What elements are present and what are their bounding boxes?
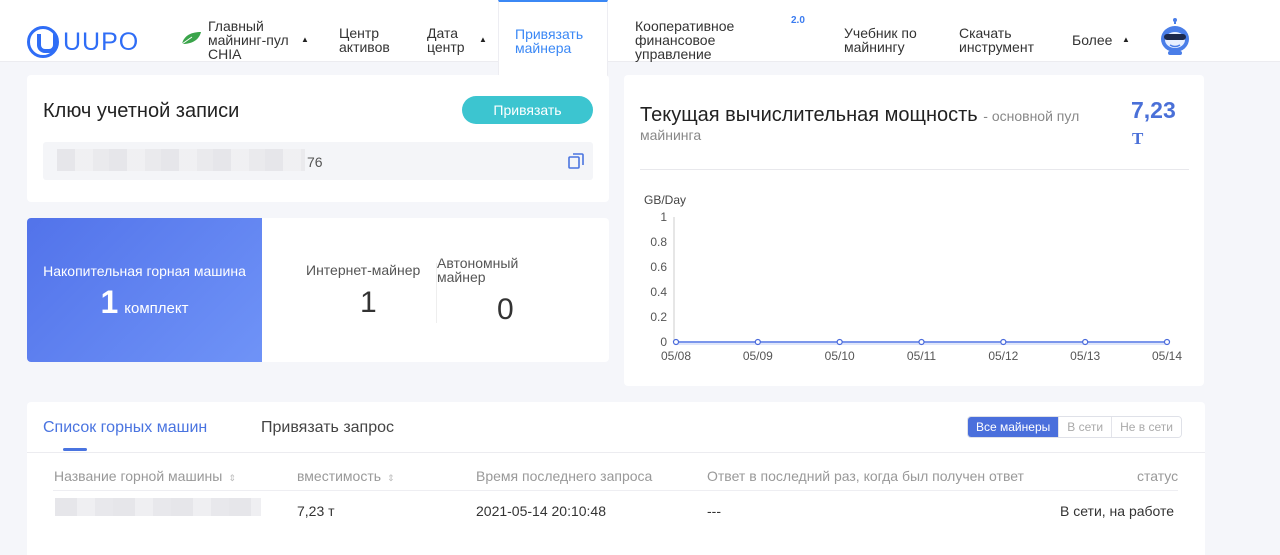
nav-more[interactable]: Более bbox=[1072, 33, 1112, 47]
chart-x-tick-label: 05/08 bbox=[661, 349, 691, 363]
offline-miners-value: 0 bbox=[497, 293, 514, 326]
account-key-suffix: 76 bbox=[307, 154, 323, 170]
chart-data-point bbox=[836, 338, 843, 346]
col-header-last-request: Время последнего запроса bbox=[476, 468, 653, 484]
tab-miner-list[interactable]: Список горных машин bbox=[43, 419, 207, 437]
col-header-status: статус bbox=[1137, 468, 1179, 484]
filter-offline[interactable]: Не в сети bbox=[1111, 417, 1181, 437]
hashrate-value: 7,23 bbox=[1131, 97, 1176, 123]
account-key-field: 76 bbox=[43, 142, 593, 180]
miner-stats-card: Накопительная горная машина 1 комплект Ин… bbox=[27, 218, 609, 362]
chart-data-point bbox=[1163, 338, 1171, 346]
chart-data-point bbox=[672, 338, 680, 346]
chart-data-point bbox=[754, 338, 761, 346]
nav-download-tool[interactable]: Скачать инструмент bbox=[959, 26, 1049, 54]
nav-data-center[interactable]: Дата центр bbox=[427, 26, 475, 54]
nav-coop-finance[interactable]: Кооперативное финансовое управление bbox=[635, 19, 755, 61]
total-miners-value: 1 комплект bbox=[27, 284, 262, 321]
total-miners-count: 1 bbox=[100, 284, 119, 320]
bind-button[interactable]: Привязать bbox=[462, 96, 593, 124]
account-key-card: Ключ учетной записи Привязать 76 bbox=[27, 75, 609, 202]
version-badge: 2.0 bbox=[791, 15, 805, 26]
miner-filter: Все майнеры В сети Не в сети bbox=[967, 416, 1182, 438]
chart-y-tick-label: 0 bbox=[660, 335, 667, 349]
online-miners-value: 1 bbox=[360, 286, 377, 319]
total-miners-label: Накопительная горная машина bbox=[43, 263, 246, 279]
chevron-up-icon: ▲ bbox=[1122, 35, 1130, 44]
tab-active-underline bbox=[63, 448, 87, 451]
online-miners-label: Интернет-майнер bbox=[306, 262, 421, 278]
chart-x-tick-label: 05/11 bbox=[907, 349, 936, 363]
brand-name: UUPO bbox=[63, 27, 140, 56]
top-header: UUPO Главный майнинг-пул CHIA ▲ Центр ак… bbox=[0, 0, 1280, 80]
col-header-capacity[interactable]: вместимость ⇕ bbox=[297, 468, 395, 484]
sort-icon[interactable]: ⇕ bbox=[387, 473, 395, 483]
hashrate-unit: T bbox=[1132, 129, 1144, 148]
nav-bind-miner[interactable]: Привязать майнера bbox=[515, 27, 595, 55]
logo-icon bbox=[27, 26, 59, 58]
copy-icon[interactable] bbox=[568, 153, 584, 169]
filter-all[interactable]: Все майнеры bbox=[968, 417, 1059, 437]
leaf-icon bbox=[181, 32, 201, 45]
chart-data-point bbox=[1000, 338, 1007, 346]
col-header-name[interactable]: Название горной машины ⇕ bbox=[54, 468, 236, 484]
list-divider bbox=[27, 452, 1205, 453]
cell-capacity: 7,23 т bbox=[297, 503, 335, 519]
masked-key bbox=[57, 149, 305, 171]
chevron-up-icon: ▲ bbox=[301, 35, 309, 44]
chevron-up-icon: ▲ bbox=[479, 35, 487, 44]
sort-icon[interactable]: ⇕ bbox=[228, 473, 236, 483]
account-key-title: Ключ учетной записи bbox=[43, 100, 240, 122]
chart-y-tick-label: 0.4 bbox=[650, 285, 667, 299]
user-avatar-icon[interactable] bbox=[1158, 18, 1192, 56]
masked-miner-name bbox=[55, 498, 261, 516]
chart-x-tick-label: 05/13 bbox=[1070, 349, 1100, 363]
total-miners-unit: комплект bbox=[124, 300, 189, 317]
tab-bind-request[interactable]: Привязать запрос bbox=[261, 419, 394, 437]
chart-y-tick-label: 0.2 bbox=[650, 310, 667, 324]
hashrate-title-text: Текущая вычислительная мощность bbox=[640, 104, 978, 126]
total-miners-panel: Накопительная горная машина 1 комплект bbox=[27, 218, 262, 362]
chart-x-tick-label: 05/10 bbox=[825, 349, 855, 363]
chart-y-tick-label: 0.6 bbox=[650, 260, 667, 274]
hashrate-divider bbox=[640, 169, 1189, 170]
nav-mining-tutorial[interactable]: Учебник по майнингу bbox=[844, 26, 934, 54]
hashrate-title: Текущая вычислительная мощность - основн… bbox=[640, 104, 1110, 144]
filter-online[interactable]: В сети bbox=[1058, 417, 1112, 437]
brand-logo[interactable]: UUPO bbox=[27, 26, 139, 58]
offline-miners-label: Автономный майнер bbox=[437, 255, 519, 285]
chart-x-tick-label: 05/09 bbox=[743, 349, 773, 363]
chart-y-tick-label: 0.8 bbox=[650, 235, 667, 249]
hashrate-card: Текущая вычислительная мощность - основн… bbox=[624, 75, 1204, 386]
chart-x-tick-label: 05/12 bbox=[988, 349, 1018, 363]
chart-data-point bbox=[1082, 338, 1089, 346]
header-row-divider bbox=[53, 490, 1178, 491]
cell-last-request: 2021-05-14 20:10:48 bbox=[476, 503, 606, 519]
chart-y-tick-label: 1 bbox=[660, 210, 667, 224]
hashrate-line-chart: GB/Day 0 0.2 0.4 0.6 0.8 1 05/08 05/09 05/10 05/11… bbox=[644, 193, 1182, 363]
nav-asset-center[interactable]: Центр активов bbox=[339, 26, 399, 54]
miner-list-card: Список горных машин Привязать запрос Все… bbox=[27, 402, 1205, 555]
chart-x-tick-label: 05/14 bbox=[1152, 349, 1182, 363]
col-header-last-response: Ответ в последний раз, когда был получен… bbox=[707, 468, 1024, 484]
nav-chia-pool[interactable]: Главный майнинг-пул CHIA bbox=[208, 19, 293, 61]
cell-status: В сети, на работе bbox=[1060, 503, 1175, 519]
cell-last-response: --- bbox=[707, 503, 721, 519]
chart-y-axis-label: GB/Day bbox=[644, 193, 686, 207]
chart-data-point bbox=[918, 338, 925, 346]
col-header-capacity-label: вместимость bbox=[297, 468, 382, 484]
col-header-name-label: Название горной машины bbox=[54, 468, 223, 484]
